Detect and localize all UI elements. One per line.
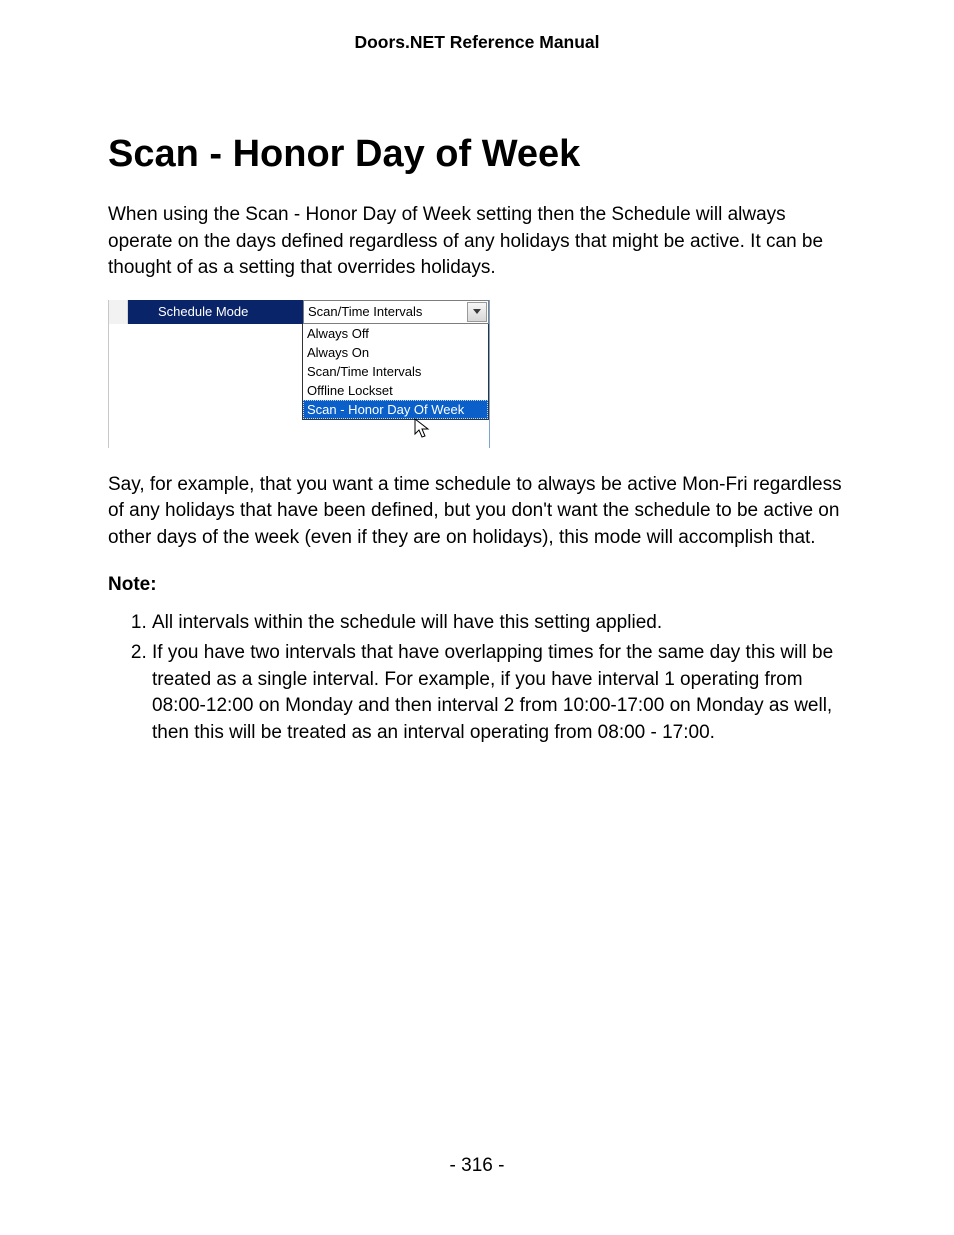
- schedule-mode-label: Schedule Mode: [128, 300, 303, 324]
- schedule-mode-value: Scan/Time Intervals: [304, 302, 466, 321]
- document-header: Doors.NET Reference Manual: [108, 32, 846, 53]
- notes-list: All intervals within the schedule will h…: [108, 610, 846, 747]
- example-paragraph: Say, for example, that you want a time s…: [108, 472, 846, 552]
- note-heading: Note:: [108, 574, 846, 596]
- page-title: Scan - Honor Day of Week: [108, 133, 846, 176]
- option-scan-time-intervals[interactable]: Scan/Time Intervals: [303, 362, 488, 381]
- option-offline-lockset[interactable]: Offline Lockset: [303, 381, 488, 400]
- page-number: - 316 -: [0, 1155, 954, 1177]
- cursor-icon: [414, 418, 432, 440]
- option-always-off[interactable]: Always Off: [303, 324, 488, 343]
- option-always-on[interactable]: Always On: [303, 343, 488, 362]
- option-scan-honor-day-of-week[interactable]: Scan - Honor Day Of Week: [303, 400, 488, 419]
- note-item: All intervals within the schedule will h…: [152, 610, 846, 637]
- chevron-down-icon: [473, 309, 481, 314]
- schedule-mode-option-list: Always Off Always On Scan/Time Intervals…: [302, 324, 489, 420]
- note-item: If you have two intervals that have over…: [152, 640, 846, 746]
- dropdown-button[interactable]: [467, 302, 487, 322]
- schedule-mode-figure: Schedule Mode Scan/Time Intervals Always…: [108, 300, 490, 448]
- intro-paragraph: When using the Scan - Honor Day of Week …: [108, 202, 846, 282]
- property-gutter: [109, 300, 128, 324]
- schedule-mode-combobox[interactable]: Scan/Time Intervals: [303, 300, 489, 324]
